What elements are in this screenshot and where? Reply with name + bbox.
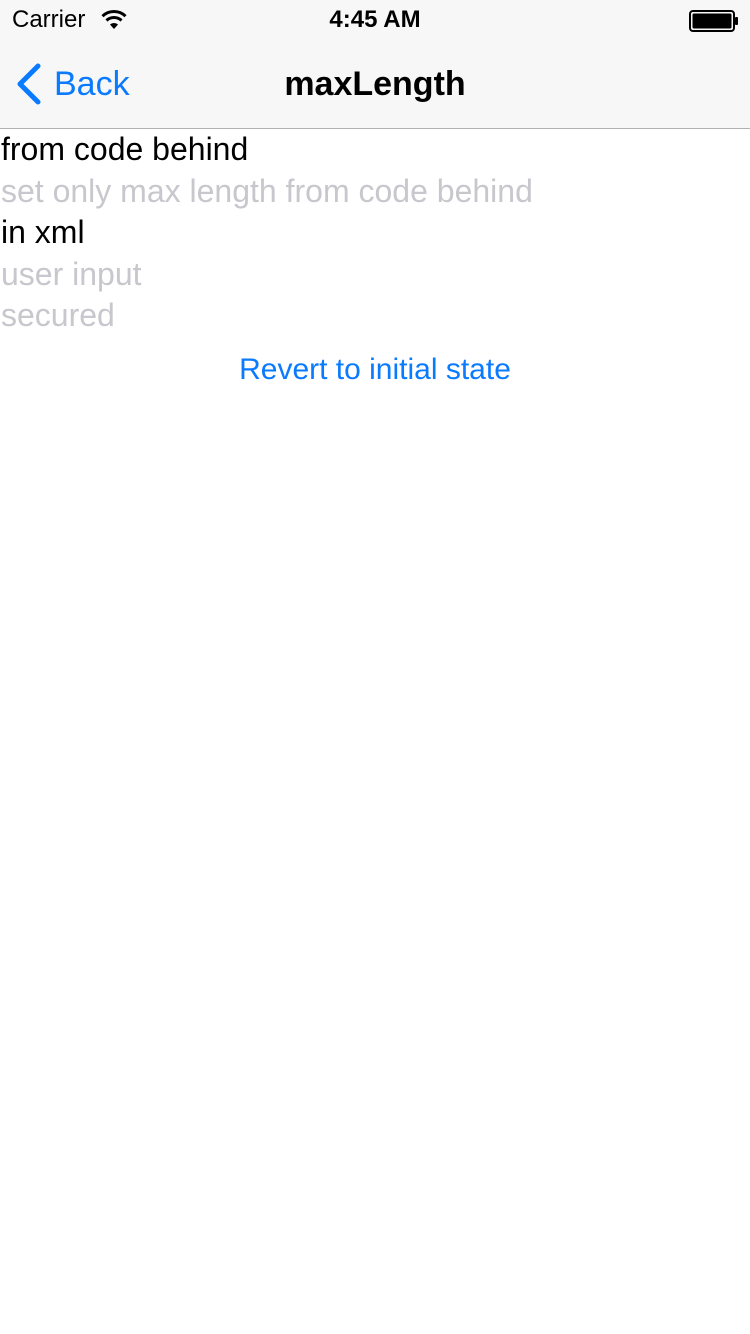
navigation-bar: Back maxLength [0,40,750,129]
screen: Carrier 4:45 AM Back maxLength from code… [0,0,750,1334]
code-behind-field[interactable]: from code behind [0,129,750,171]
max-length-only-field[interactable]: set only max length from code behind [0,171,750,213]
xml-field[interactable]: in xml [0,212,750,254]
revert-button[interactable]: Revert to initial state [0,348,750,392]
battery-full-icon [689,10,738,32]
form-content: from code behind set only max length fro… [0,129,750,392]
clock: 4:45 AM [329,6,421,33]
status-bar: Carrier 4:45 AM [0,0,750,40]
secured-field[interactable]: secured [0,295,750,337]
page-title: maxLength [284,65,466,103]
user-input-field[interactable]: user input [0,254,750,296]
